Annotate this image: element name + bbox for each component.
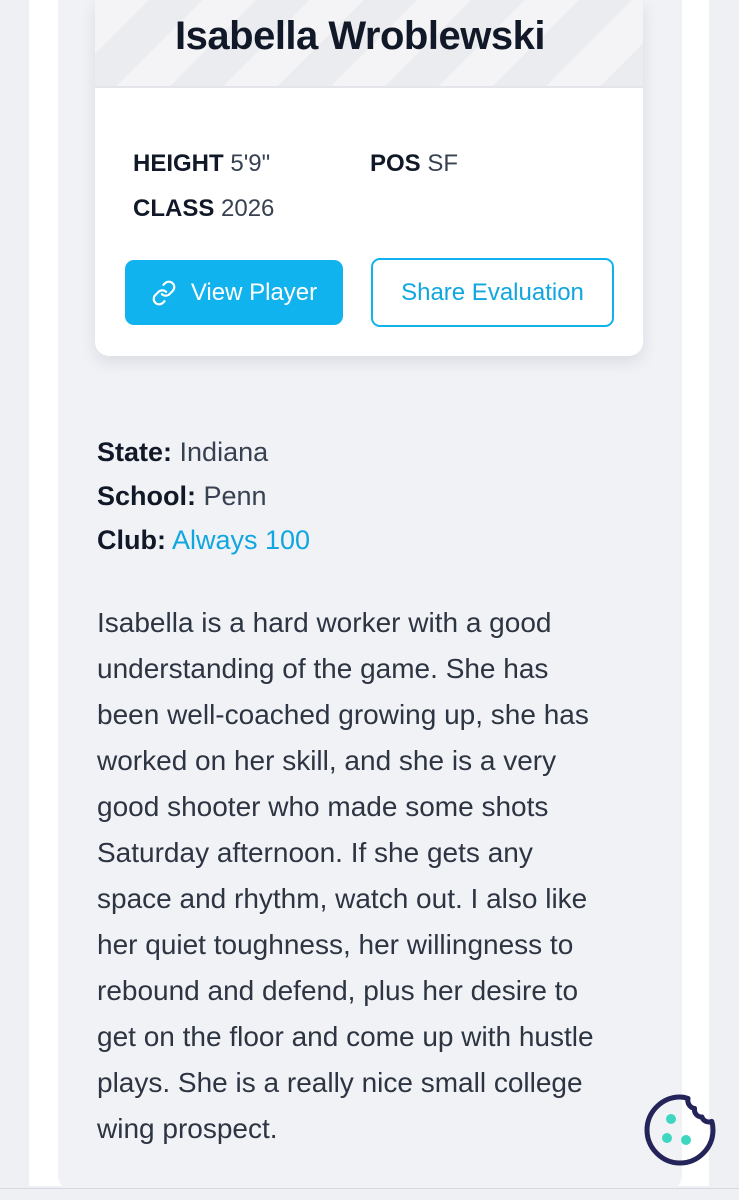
- cookie-icon[interactable]: [642, 1092, 718, 1168]
- class-value: 2026: [221, 195, 275, 222]
- evaluation-line: space and rhythm, watch out. I also like: [97, 883, 588, 914]
- height-label: HEIGHT: [133, 150, 224, 177]
- evaluation-line: her quiet toughness, her willingness to: [97, 929, 574, 960]
- school-row: School: Penn: [97, 481, 267, 512]
- share-evaluation-label: Share Evaluation: [401, 278, 584, 306]
- school-value: Penn: [203, 481, 267, 511]
- school-label: School:: [97, 481, 196, 511]
- class-label: CLASS: [133, 195, 215, 222]
- state-value: Indiana: [179, 437, 269, 467]
- divider: [0, 1188, 739, 1189]
- evaluation-line: get on the floor and come up with hustle: [97, 1021, 594, 1052]
- evaluation-line: Saturday afternoon. If she gets any: [97, 837, 533, 868]
- share-evaluation-button[interactable]: Share Evaluation: [371, 258, 614, 327]
- evaluation-line: wing prospect.: [97, 1113, 278, 1144]
- evaluation-line: good shooter who made some shots: [97, 791, 549, 822]
- evaluation-line: plays. She is a really nice small colleg…: [97, 1067, 583, 1098]
- height-value: 5'9": [230, 150, 271, 177]
- link-icon: [152, 280, 176, 305]
- club-row: Club: Always 100: [97, 525, 310, 556]
- position-value: SF: [427, 150, 459, 177]
- position-label: POS: [370, 150, 421, 177]
- evaluation-line: worked on her skill, and she is a very: [97, 745, 557, 776]
- state-label: State:: [97, 437, 173, 467]
- player-card-header: Isabella Wroblewski: [95, 0, 643, 88]
- player-card: Isabella Wroblewski HEIGHT 5'9" POS SF C…: [95, 0, 643, 356]
- evaluation-text: Isabella is a hard worker with a good un…: [97, 600, 657, 1152]
- state-row: State: Indiana: [97, 437, 268, 468]
- player-name: Isabella Wroblewski: [175, 14, 545, 58]
- evaluation-line: been well-coached growing up, she has: [97, 699, 589, 730]
- page: Isabella Wroblewski HEIGHT 5'9" POS SF C…: [0, 0, 739, 1200]
- position-stat: POS SF: [370, 150, 458, 178]
- club-link[interactable]: Always 100: [172, 525, 310, 555]
- evaluation-line: rebound and defend, plus her desire to: [97, 975, 579, 1006]
- club-label: Club:: [97, 525, 166, 555]
- height-stat: HEIGHT 5'9": [133, 150, 270, 178]
- evaluation-line: Isabella is a hard worker with a good: [97, 607, 552, 638]
- view-player-label: View Player: [190, 278, 318, 306]
- evaluation-line: understanding of the game. She has: [97, 653, 549, 684]
- view-player-button[interactable]: View Player: [125, 260, 343, 325]
- class-stat: CLASS 2026: [133, 195, 274, 223]
